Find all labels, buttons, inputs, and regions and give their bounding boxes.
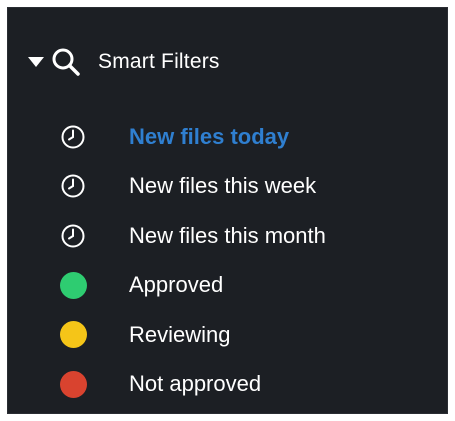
filter-label: Approved xyxy=(129,272,224,298)
filter-not-approved[interactable]: Not approved xyxy=(8,360,447,410)
filter-approved[interactable]: Approved xyxy=(8,261,447,311)
clock-icon xyxy=(59,123,87,151)
filter-new-files-today[interactable]: New files today xyxy=(8,112,447,162)
clock-icon xyxy=(59,172,87,200)
smart-filters-list: New files today New files this week New … xyxy=(8,112,447,409)
smart-filters-panel: Smart Filters New files today New files … xyxy=(7,7,448,414)
filter-label: New files today xyxy=(129,123,290,149)
filter-label: Not approved xyxy=(129,371,262,397)
filter-label: New files this week xyxy=(129,173,317,199)
not-approved-dot xyxy=(59,370,87,398)
approved-dot xyxy=(59,271,87,299)
filter-label: New files this month xyxy=(129,222,326,248)
status-dot-icon xyxy=(59,370,87,398)
reviewing-dot xyxy=(59,321,87,349)
clock-icon xyxy=(59,222,87,250)
filter-new-files-this-week[interactable]: New files this week xyxy=(8,162,447,212)
smart-filters-title: Smart Filters xyxy=(98,50,220,73)
status-dot-icon xyxy=(59,271,87,299)
status-dot-icon xyxy=(59,321,87,349)
filter-new-files-this-month[interactable]: New files this month xyxy=(8,211,447,261)
search-icon xyxy=(50,46,82,78)
caret-down-icon[interactable] xyxy=(28,57,44,67)
filter-reviewing[interactable]: Reviewing xyxy=(8,310,447,360)
smart-filters-header[interactable]: Smart Filters xyxy=(28,44,220,80)
filter-label: Reviewing xyxy=(129,321,231,347)
